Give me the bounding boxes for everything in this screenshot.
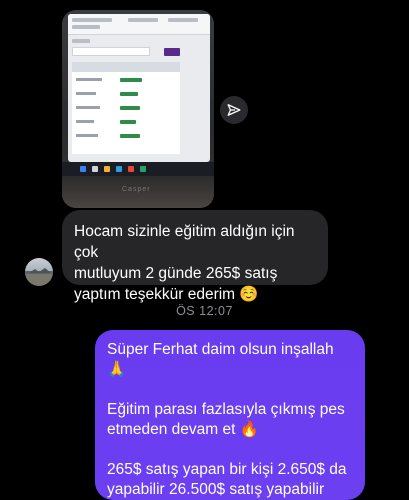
photo-taskbar (62, 162, 214, 176)
incoming-line-3: yaptım teşekkür ederim ☺️ (74, 286, 259, 303)
outgoing-message[interactable]: Süper Ferhat daim olsun inşallah 🙏 Eğiti… (95, 330, 365, 500)
photo-screen-header (68, 14, 210, 35)
incoming-line-2: mutluyum 2 günde 265$ satış (74, 265, 278, 282)
photo-screen-table (72, 62, 180, 154)
outgoing-p2-line-1: Eğitim parası fazlasıyla çıkmış pes (107, 401, 345, 418)
photo-brand-logo: Casper (122, 186, 151, 193)
outgoing-paragraph-3: 265$ satış yapan bir kişi 2.650$ da yapa… (107, 460, 353, 500)
outgoing-p3-line-1: 265$ satış yapan bir kişi 2.650$ da (107, 461, 347, 478)
send-icon[interactable] (220, 96, 248, 124)
photo-laptop-screen (68, 14, 210, 162)
outgoing-p3-line-2: yapabilir 26.500$ satış yapabilir (107, 481, 325, 498)
outgoing-p2-line-2: etmeden devam et 🔥 (107, 421, 259, 438)
shared-photo[interactable]: Casper (62, 10, 214, 208)
incoming-message[interactable]: Hocam sizinle eğitim aldığın için çok mu… (62, 210, 328, 303)
incoming-line-1: Hocam sizinle eğitim aldığın için çok (74, 223, 295, 261)
outgoing-paragraph-1: Süper Ferhat daim olsun inşallah 🙏 (107, 341, 334, 378)
outgoing-paragraph-2: Eğitim parası fazlasıyla çıkmış pes etme… (107, 400, 353, 440)
avatar[interactable] (25, 258, 53, 286)
message-timestamp: ÖS 12:07 (176, 304, 233, 318)
